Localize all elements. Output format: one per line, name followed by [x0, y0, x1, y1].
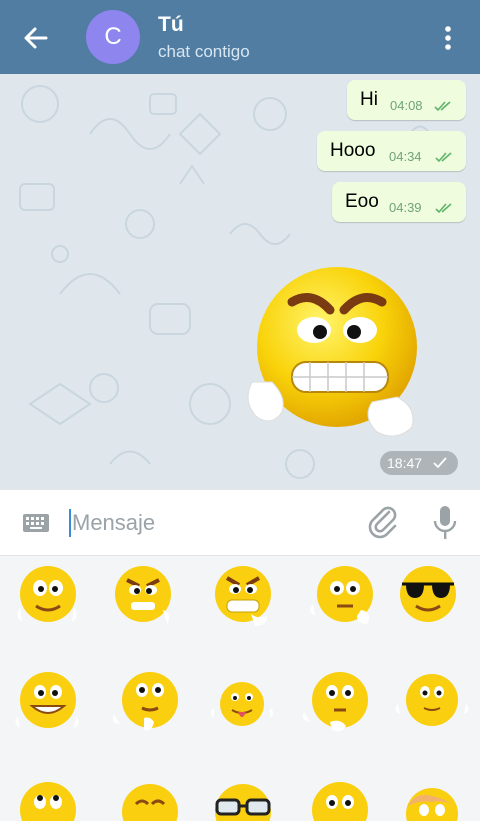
sticker-time-badge: 18:47 — [380, 451, 458, 475]
paperclip-icon[interactable] — [367, 504, 399, 540]
message-bubble[interactable]: Eoo 04:39 — [332, 182, 466, 222]
check-icon — [433, 457, 447, 469]
message-time: 04:34 — [389, 149, 422, 164]
double-check-icon — [434, 101, 451, 112]
chat-title[interactable]: Tú — [158, 13, 184, 37]
composer-bar — [0, 490, 480, 556]
message-time: 04:39 — [389, 200, 422, 215]
pleased-emoji-sticker[interactable] — [110, 770, 190, 821]
sunglasses-emoji-sticker[interactable] — [388, 558, 468, 638]
double-check-icon — [435, 152, 452, 163]
message-time: 04:08 — [390, 98, 423, 113]
blonde-emoji-sticker[interactable] — [392, 770, 472, 821]
back-arrow-icon[interactable] — [18, 20, 54, 56]
grimace-emoji-sticker[interactable] — [203, 558, 283, 638]
chat-header: C Tú chat contigo — [0, 0, 480, 74]
smiling-emoji-sticker[interactable] — [8, 558, 88, 638]
angry-emoji-sticker[interactable] — [232, 262, 422, 452]
worried-emoji-sticker[interactable] — [300, 770, 380, 821]
message-text: Eoo — [345, 191, 379, 212]
curious-emoji-sticker[interactable] — [300, 664, 380, 744]
avatar[interactable]: C — [86, 10, 140, 64]
message-bubble[interactable]: Hi 04:08 — [347, 80, 466, 120]
angry-emoji-sticker[interactable] — [103, 558, 183, 638]
double-check-icon — [435, 203, 452, 214]
happy-emoji-sticker[interactable] — [8, 664, 88, 744]
nerd-glasses-emoji-sticker[interactable] — [203, 770, 283, 821]
rolling-eyes-emoji-sticker[interactable] — [8, 770, 88, 821]
message-time: 18:47 — [387, 455, 423, 471]
keyboard-icon[interactable] — [22, 512, 50, 534]
thoughtful-emoji-sticker[interactable] — [110, 664, 190, 744]
message-input[interactable] — [72, 506, 352, 540]
more-vertical-icon[interactable] — [436, 22, 460, 54]
message-text: Hi — [360, 89, 378, 110]
text-cursor — [69, 509, 71, 537]
sticker-panel — [0, 556, 480, 821]
chat-area[interactable]: Hi 04:08 Hooo 04:34 Eoo 04:39 18:47 — [0, 74, 480, 490]
message-bubble[interactable]: Hooo 04:34 — [317, 131, 466, 171]
chat-subtitle: chat contigo — [158, 42, 250, 61]
thinking-emoji-sticker[interactable] — [305, 558, 385, 638]
microphone-icon[interactable] — [432, 504, 458, 542]
nervous-emoji-sticker[interactable] — [392, 664, 472, 744]
message-text: Hooo — [330, 140, 376, 161]
tongue-out-emoji-sticker[interactable] — [202, 664, 282, 744]
